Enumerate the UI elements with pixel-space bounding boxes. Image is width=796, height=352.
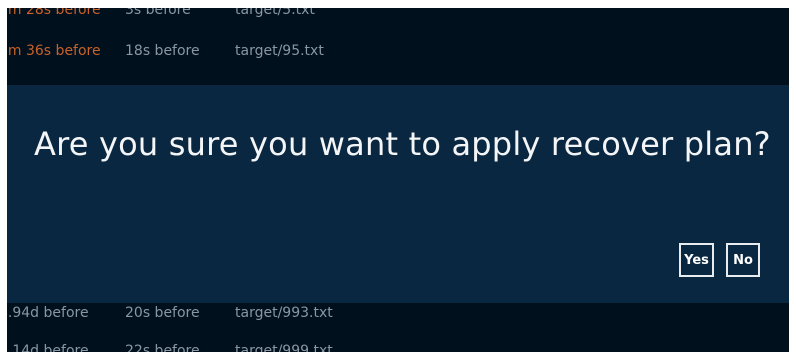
log-row-age: 1m 36s before (7, 43, 101, 59)
log-row-relative: 18s before (125, 43, 200, 59)
yes-button[interactable]: Yes (679, 243, 714, 277)
log-row-path: target/95.txt (235, 43, 324, 59)
confirm-dialog: Are you sure you want to apply recover p… (7, 85, 789, 303)
log-row-relative: 20s before (125, 305, 200, 321)
no-button[interactable]: No (726, 243, 760, 277)
log-row-path: target/999.txt (235, 343, 333, 352)
log-row-path: target/993.txt (235, 305, 333, 321)
log-row-path: target/5.txt (235, 8, 315, 18)
log-row-relative: 3s before (125, 8, 191, 18)
log-row-age: 1m 28s before (7, 8, 101, 18)
dialog-title: Are you sure you want to apply recover p… (34, 125, 771, 163)
log-row-age: 9.14d before (7, 343, 89, 352)
log-row: 1m 36s before 18s before target/95.txt (7, 43, 789, 67)
app-window: 1m 28s before 3s before target/5.txt 1m … (7, 8, 789, 352)
log-row: 1m 28s before 3s before target/5.txt (7, 8, 789, 26)
log-row-relative: 22s before (125, 343, 200, 352)
log-row-age: 4.94d before (7, 305, 89, 321)
log-row: 9.14d before 22s before target/999.txt (7, 343, 789, 352)
log-row: 4.94d before 20s before target/993.txt (7, 305, 789, 329)
